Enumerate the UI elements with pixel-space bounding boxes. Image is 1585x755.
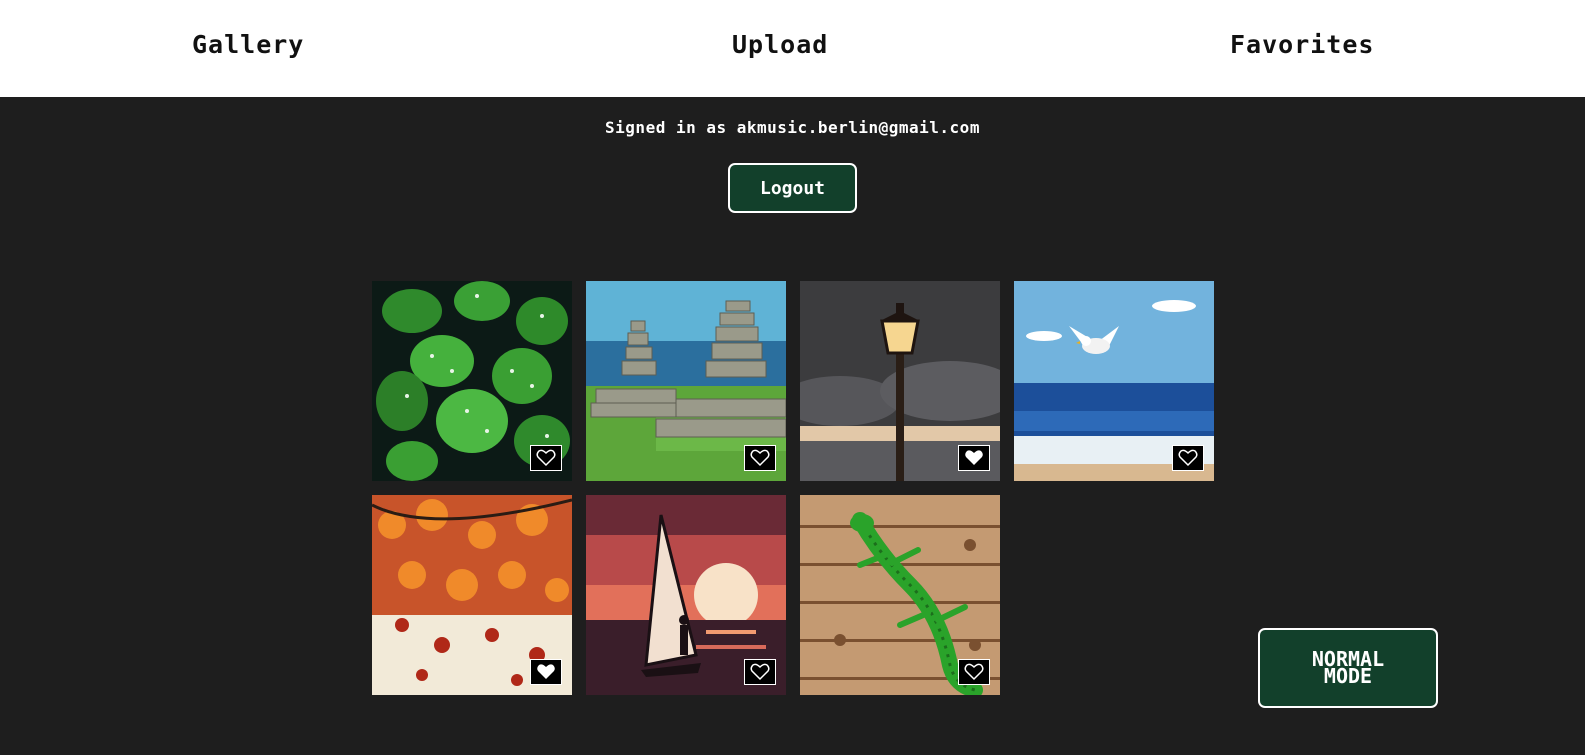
favorite-button[interactable] xyxy=(1172,445,1204,471)
heart-filled-icon xyxy=(537,664,555,679)
favorite-button[interactable] xyxy=(744,445,776,471)
favorite-button[interactable] xyxy=(744,659,776,685)
favorite-button[interactable] xyxy=(530,659,562,685)
gallery-image-windsurfer[interactable] xyxy=(586,495,786,695)
heart-outline-icon xyxy=(750,449,770,467)
heart-outline-icon xyxy=(536,449,556,467)
gallery-image-cairns[interactable] xyxy=(586,281,786,481)
gallery-image-seagull[interactable] xyxy=(1014,281,1214,481)
heart-outline-icon xyxy=(964,663,984,681)
heart-outline-icon xyxy=(1178,449,1198,467)
nav-favorites-link[interactable]: Favorites xyxy=(1230,30,1374,59)
gallery-image-gecko[interactable] xyxy=(800,495,1000,695)
gallery-image-leaves[interactable] xyxy=(372,281,572,481)
nav-gallery-link[interactable]: Gallery xyxy=(192,30,304,59)
favorite-button[interactable] xyxy=(530,445,562,471)
top-nav: Gallery Upload Favorites xyxy=(0,0,1585,97)
nav-upload-link[interactable]: Upload xyxy=(732,30,828,59)
signed-in-text: Signed in as akmusic.berlin@gmail.com xyxy=(605,118,980,137)
heart-outline-icon xyxy=(750,663,770,681)
normal-mode-button[interactable]: NORMAL MODE xyxy=(1258,628,1438,708)
logout-button[interactable]: Logout xyxy=(728,163,857,213)
heart-filled-icon xyxy=(965,450,983,465)
favorite-button[interactable] xyxy=(958,445,990,471)
favorite-button[interactable] xyxy=(958,659,990,685)
gallery-image-lamp[interactable] xyxy=(800,281,1000,481)
gallery-image-autumn[interactable] xyxy=(372,495,572,695)
